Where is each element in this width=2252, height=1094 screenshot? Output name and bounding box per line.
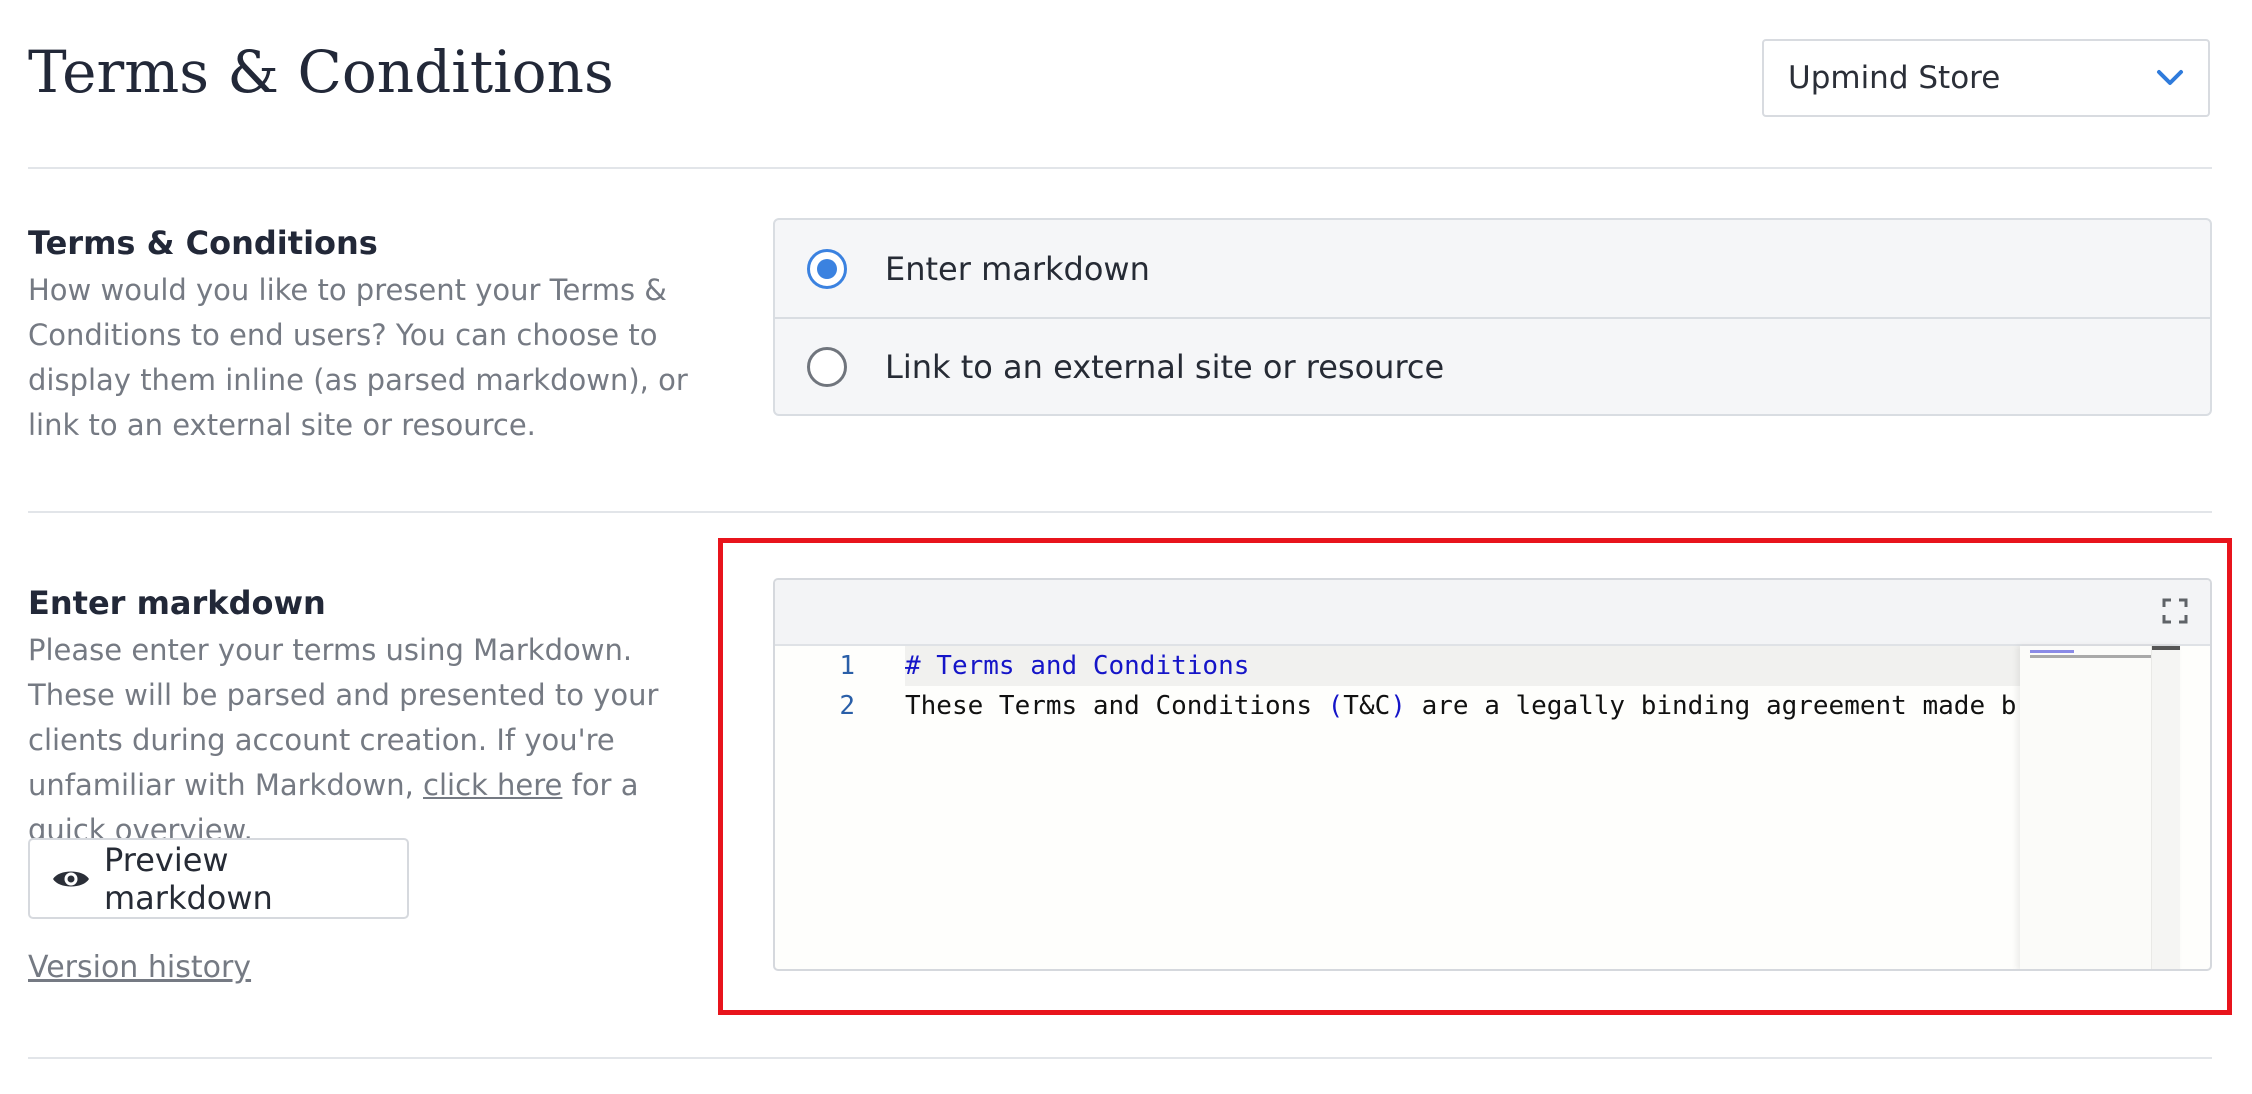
chevron-down-icon <box>2156 68 2184 88</box>
code-paren: ) <box>1390 691 1406 721</box>
code-line[interactable]: # Terms and Conditions <box>905 646 2020 686</box>
presentation-radio-group: Enter markdown Link to an external site … <box>773 218 2212 416</box>
editor-toolbar <box>775 580 2210 646</box>
minimap-line <box>2030 650 2074 653</box>
store-select[interactable]: Upmind Store <box>1762 39 2210 117</box>
code-text: T&C <box>1343 691 1391 721</box>
markdown-section-title: Enter markdown <box>28 584 326 622</box>
scrollbar-thumb[interactable] <box>2152 646 2180 650</box>
terms-section-description: How would you like to present your Terms… <box>28 273 688 442</box>
editor-body[interactable]: 1 2 # Terms and Conditions These Terms a… <box>775 646 2210 969</box>
radio-label-external-link: Link to an external site or resource <box>885 347 1445 386</box>
preview-markdown-button[interactable]: Preview markdown <box>28 838 409 919</box>
code-text: These Terms and Conditions <box>905 691 1328 721</box>
markdown-editor[interactable]: 1 2 # Terms and Conditions These Terms a… <box>773 578 2212 971</box>
markdown-help-link[interactable]: click here <box>423 768 562 802</box>
radio-option-external-link[interactable]: Link to an external site or resource <box>775 317 2210 414</box>
code-line[interactable]: These Terms and Conditions (T&C) are a l… <box>905 686 2020 726</box>
divider <box>28 167 2212 169</box>
preview-markdown-label: Preview markdown <box>104 840 273 917</box>
radio-label-enter-markdown: Enter markdown <box>885 249 1150 288</box>
line-number: 2 <box>839 691 855 721</box>
markdown-section-description: Please enter your terms using Markdown. … <box>28 628 708 853</box>
fullscreen-icon[interactable] <box>2162 598 2188 624</box>
radio-button-unchecked[interactable] <box>807 346 847 387</box>
store-select-value: Upmind Store <box>1788 60 2001 96</box>
divider <box>28 511 2212 513</box>
terms-section-title: Terms & Conditions <box>28 224 378 262</box>
radio-button-checked[interactable] <box>807 248 847 289</box>
divider <box>28 1057 2212 1059</box>
radio-option-enter-markdown[interactable]: Enter markdown <box>775 220 2210 317</box>
code-paren: ( <box>1327 691 1344 721</box>
code-area[interactable]: # Terms and Conditions These Terms and C… <box>905 646 2020 726</box>
editor-scrollbar[interactable] <box>2151 646 2180 969</box>
version-history-link[interactable]: Version history <box>28 950 251 985</box>
line-number: 1 <box>839 651 855 681</box>
code-text: are a legally binding agreement made b <box>1405 691 2017 721</box>
line-number-gutter: 1 2 <box>775 646 855 726</box>
editor-minimap[interactable] <box>2020 646 2180 969</box>
page-title: Terms & Conditions <box>28 38 614 106</box>
eye-icon <box>52 866 90 892</box>
markdown-heading-text: # Terms and Conditions <box>905 651 1250 681</box>
